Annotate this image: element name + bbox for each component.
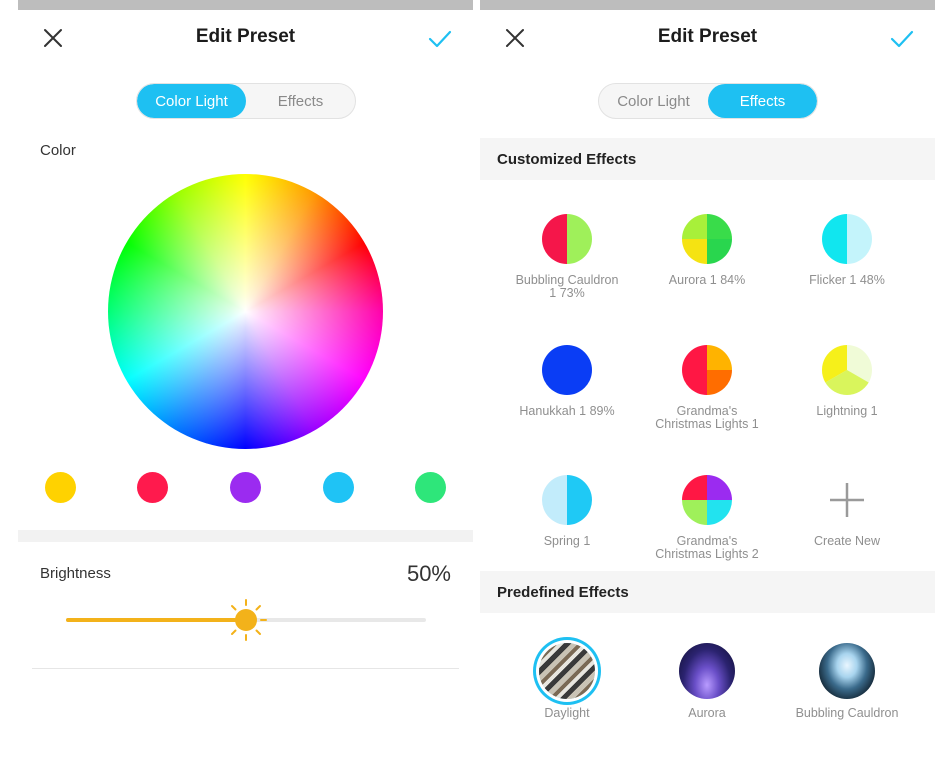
predefined-effects-header: Predefined Effects	[480, 571, 935, 613]
swatch-purple[interactable]	[230, 472, 261, 503]
effect-label: Aurora 1 84%	[668, 273, 746, 287]
mode-segmented-control: Color Light Effects	[598, 83, 818, 119]
swatch-red[interactable]	[137, 472, 168, 503]
quad-green-yellow-icon	[682, 214, 732, 264]
predefined-effect-daylight[interactable]: Daylight	[497, 643, 637, 720]
effect-item[interactable]: Aurora 1 84%	[637, 212, 777, 287]
screen-body: Edit Preset Color Light Effects Color Br…	[18, 12, 473, 766]
create-new-button[interactable]: Create New	[777, 473, 917, 548]
split-lightblue-cyan-icon	[542, 475, 592, 525]
screen-color-light: Edit Preset Color Light Effects Color Br…	[18, 0, 473, 766]
slider-fill	[66, 618, 246, 622]
effect-label: Bubbling Cauldron	[795, 706, 899, 720]
predefined-effect-bubbling-cauldron[interactable]: Bubbling Cauldron	[777, 643, 917, 720]
effect-item[interactable]: Grandma's Christmas Lights 2	[637, 473, 777, 561]
status-strip	[18, 0, 473, 10]
color-label: Color	[40, 142, 76, 159]
brightness-label: Brightness	[40, 565, 111, 582]
color-wheel[interactable]	[108, 174, 383, 449]
effect-item[interactable]: Hanukkah 1 89%	[497, 343, 637, 418]
effect-label: Spring 1	[543, 534, 591, 548]
plus-icon	[830, 483, 864, 517]
customized-effects-header: Customized Effects	[480, 138, 935, 180]
color-swatches	[18, 472, 473, 506]
page-title: Edit Preset	[657, 26, 758, 47]
effect-label: Create New	[814, 534, 880, 548]
quad-red-purple-green-cyan-icon	[682, 475, 732, 525]
effect-item[interactable]: Grandma's Christmas Lights 1	[637, 343, 777, 431]
effect-label: Aurora	[688, 706, 726, 720]
screen-body: Edit Preset Color Light Effects Customiz…	[480, 12, 935, 766]
confirm-check-icon[interactable]	[427, 28, 453, 50]
effect-item[interactable]: Spring 1	[497, 473, 637, 548]
header: Edit Preset	[18, 12, 473, 62]
page-title: Edit Preset	[195, 26, 296, 47]
split-cyan-lightblue-icon	[822, 214, 872, 264]
aurora-icon	[679, 643, 735, 699]
cauldron-icon	[819, 643, 875, 699]
tab-effects[interactable]: Effects	[246, 84, 355, 118]
quad-red-orange-icon	[682, 345, 732, 395]
section-divider	[18, 530, 473, 542]
effect-label: Flicker 1 48%	[809, 273, 885, 287]
status-strip	[480, 0, 935, 10]
tab-color-light[interactable]: Color Light	[599, 84, 708, 118]
effect-label: Lightning 1	[816, 404, 878, 418]
mode-segmented-control: Color Light Effects	[136, 83, 356, 119]
sun-slider-thumb-icon[interactable]	[224, 598, 268, 642]
brightness-slider[interactable]	[66, 599, 426, 641]
predefined-effect-aurora[interactable]: Aurora	[637, 643, 777, 720]
section-title: Predefined Effects	[497, 584, 629, 601]
split-red-green-icon	[542, 214, 592, 264]
effect-label: Daylight	[544, 706, 590, 720]
section-title: Customized Effects	[497, 151, 637, 168]
swatch-yellow[interactable]	[45, 472, 76, 503]
effect-item[interactable]: Flicker 1 48%	[777, 212, 917, 287]
tab-color-light[interactable]: Color Light	[137, 84, 246, 118]
color-wheel-gradient	[108, 174, 383, 449]
screen-effects: Edit Preset Color Light Effects Customiz…	[480, 0, 935, 766]
daylight-icon	[539, 643, 595, 699]
effect-label: Grandma's Christmas Lights 1	[655, 404, 759, 431]
bottom-divider	[32, 668, 459, 669]
tab-effects[interactable]: Effects	[708, 84, 817, 118]
effect-label: Grandma's Christmas Lights 2	[655, 534, 759, 561]
effect-label: Bubbling Cauldron 1 73%	[515, 273, 619, 300]
effect-label: Hanukkah 1 89%	[519, 404, 615, 418]
brightness-value: 50%	[406, 561, 451, 586]
confirm-check-icon[interactable]	[889, 28, 915, 50]
header: Edit Preset	[480, 12, 935, 62]
swatch-sky-blue[interactable]	[323, 472, 354, 503]
yellow-lightgreen-icon	[822, 345, 872, 395]
swatch-green[interactable]	[415, 472, 446, 503]
effect-item[interactable]: Bubbling Cauldron 1 73%	[497, 212, 637, 300]
solid-blue-icon	[542, 345, 592, 395]
effect-item[interactable]: Lightning 1	[777, 343, 917, 418]
